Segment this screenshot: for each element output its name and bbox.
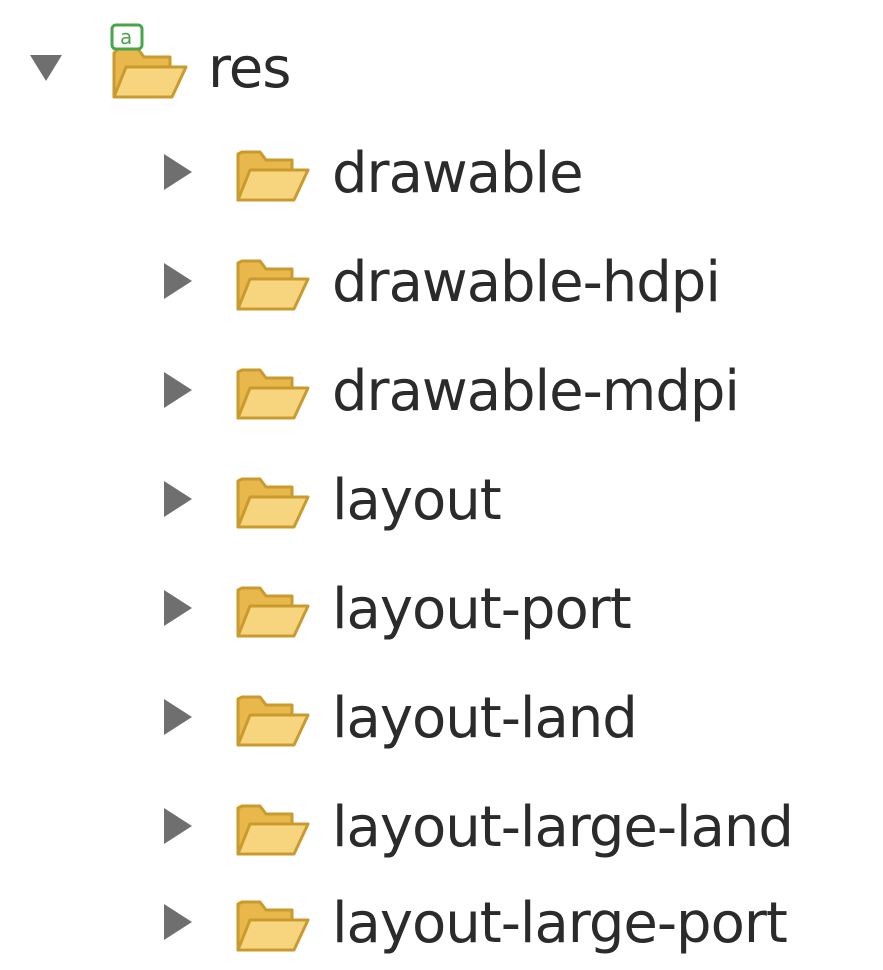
folder-icon — [236, 150, 310, 202]
svg-text:a: a — [120, 25, 132, 49]
tree-node-layout-land[interactable]: layout-land — [0, 667, 883, 767]
tree-node-layout-large-port[interactable]: layout-large-port — [0, 868, 883, 968]
folder-icon — [236, 477, 310, 529]
chevron-right-icon[interactable] — [158, 588, 198, 628]
tree-node-label: layout-port — [332, 577, 632, 642]
android-resource-folder-icon: a — [110, 23, 188, 99]
folder-icon — [236, 259, 310, 311]
tree-node-drawable-hdpi[interactable]: drawable-hdpi — [0, 231, 883, 331]
tree-node-label: drawable-hdpi — [332, 250, 721, 315]
tree-node-layout[interactable]: layout — [0, 449, 883, 549]
chevron-right-icon[interactable] — [158, 479, 198, 519]
tree-node-label: layout — [332, 468, 502, 533]
chevron-right-icon[interactable] — [158, 261, 198, 301]
tree-node-label: layout-land — [332, 686, 638, 751]
chevron-right-icon[interactable] — [158, 806, 198, 846]
tree-node-layout-port[interactable]: layout-port — [0, 558, 883, 658]
tree-node-drawable[interactable]: drawable — [0, 122, 883, 222]
tree-node-label: res — [208, 36, 291, 101]
chevron-down-icon[interactable] — [26, 47, 66, 87]
tree-node-label: drawable — [332, 141, 584, 206]
tree-node-drawable-mdpi[interactable]: drawable-mdpi — [0, 340, 883, 440]
chevron-right-icon[interactable] — [158, 152, 198, 192]
chevron-right-icon[interactable] — [158, 697, 198, 737]
tree-node-res[interactable]: a res — [0, 15, 883, 115]
tree-node-layout-large-land[interactable]: layout-large-land — [0, 776, 883, 876]
chevron-right-icon[interactable] — [158, 902, 198, 942]
folder-icon — [236, 368, 310, 420]
tree-node-label: layout-large-land — [332, 795, 794, 860]
folder-icon — [236, 586, 310, 638]
folder-icon — [236, 695, 310, 747]
folder-icon — [236, 900, 310, 952]
project-explorer-tree: a res drawable drawable-hdpi drawable-md… — [0, 0, 883, 970]
chevron-right-icon[interactable] — [158, 370, 198, 410]
tree-node-label: drawable-mdpi — [332, 359, 740, 424]
folder-icon — [236, 804, 310, 856]
tree-node-label: layout-large-port — [332, 891, 788, 956]
